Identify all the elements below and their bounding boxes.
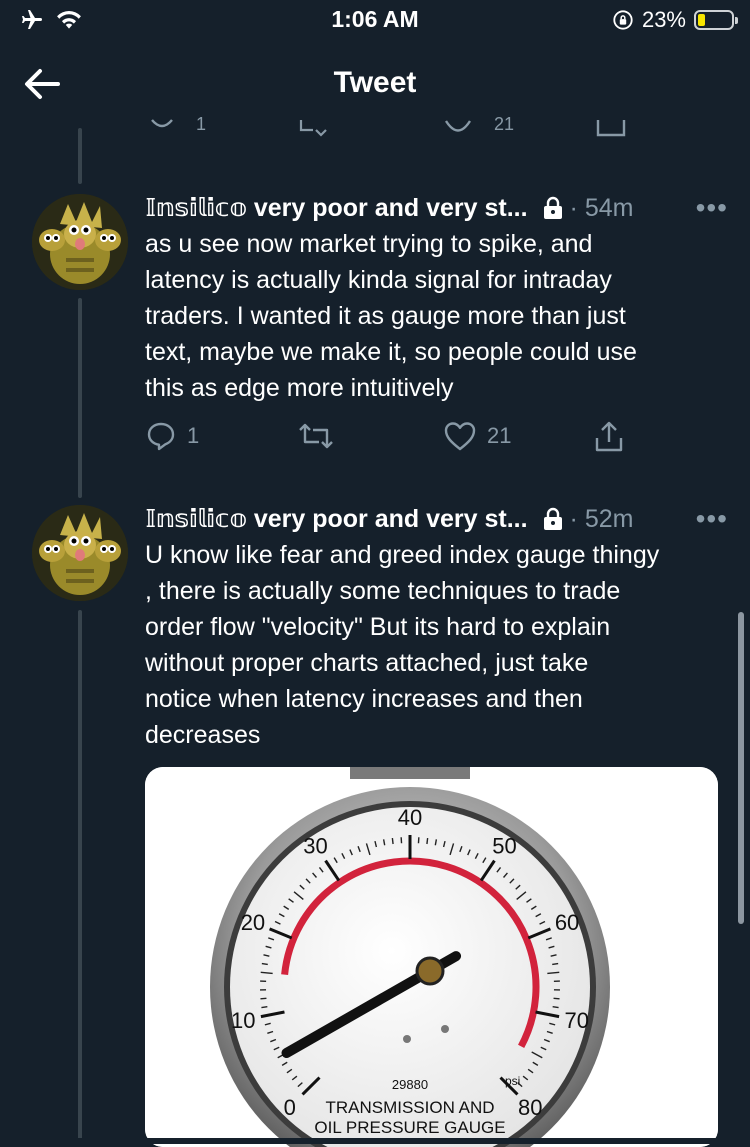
text-line: traders. I wanted it as gauge more than … (145, 298, 730, 334)
text-line: text, maybe we make it, so people could … (145, 334, 730, 370)
gauge-hub (417, 958, 443, 984)
gauge-label-line2: OIL PRESSURE GAUGE (314, 1118, 505, 1137)
gauge-label-line1: TRANSMISSION AND (325, 1098, 494, 1117)
thread-line (78, 610, 82, 1144)
text-line: as u see now market trying to spike, and (145, 226, 730, 262)
retweet-button[interactable] (297, 420, 335, 452)
reply-icon (145, 420, 177, 452)
lock-icon (542, 507, 564, 531)
pressure-gauge-image: 0 10 20 30 40 50 60 70 80 29880 psi TRANSMISSION… (145, 767, 718, 1147)
like-button[interactable]: 21 (443, 420, 511, 452)
gauge-minor-tick (553, 1007, 559, 1008)
like-count: 21 (487, 423, 511, 449)
thread-line (78, 298, 82, 498)
tweet-text: U know like fear and greed index gauge t… (145, 537, 730, 753)
tweet-time[interactable]: · 52m (570, 505, 634, 534)
text-line: without proper charts attached, just tak… (145, 645, 730, 681)
share-icon[interactable] (596, 118, 626, 140)
gauge-minor-tick (392, 838, 393, 844)
text-line: , there is actually some techniques to t… (145, 573, 730, 609)
battery-icon (694, 10, 734, 30)
gauge-tick-label: 70 (564, 1008, 588, 1033)
reply-count: 1 (196, 114, 206, 135)
tweet-time[interactable]: · 54m (570, 194, 634, 223)
orientation-lock-icon (612, 9, 634, 31)
like-count: 21 (494, 114, 514, 135)
tweet-image[interactable]: 0 10 20 30 40 50 60 70 80 29880 psi TRANSMISSION… (145, 767, 718, 1147)
gauge-tick-label: 0 (284, 1095, 296, 1120)
heart-icon (443, 420, 477, 452)
author-name[interactable]: 𝕀𝕟𝕤𝕚𝕝𝕚𝕔𝕠 very poor and very st... (145, 504, 528, 534)
tweet-text: as u see now market trying to spike, and… (145, 226, 730, 406)
gauge-stem (350, 767, 470, 779)
share-button[interactable] (593, 420, 625, 454)
like-icon[interactable] (443, 118, 473, 138)
lock-icon (542, 196, 564, 220)
avatar[interactable] (32, 505, 128, 601)
author-name[interactable]: 𝕀𝕟𝕤𝕚𝕝𝕚𝕔𝕠 very poor and very st... (145, 193, 528, 223)
bottom-edge (0, 1138, 750, 1144)
gauge-tick-label: 80 (518, 1095, 542, 1120)
gauge-minor-tick (427, 838, 428, 844)
gauge-unit: psi (505, 1074, 520, 1088)
text-line: latency is actually kinda signal for int… (145, 262, 730, 298)
text-line: U know like fear and greed index gauge t… (145, 537, 730, 573)
gauge-tick-label: 40 (398, 805, 422, 830)
gauge-tick-label: 50 (492, 834, 516, 859)
status-bar: 1:06 AM 23% (0, 0, 750, 44)
scrollbar[interactable] (738, 612, 744, 924)
gauge-tick-label: 30 (303, 834, 327, 859)
tweet-header: 𝕀𝕟𝕤𝕚𝕝𝕚𝕔𝕠 very poor and very st... · 54m … (145, 192, 728, 224)
battery-level (698, 14, 705, 26)
gauge-minor-tick (262, 964, 268, 965)
page-title: Tweet (0, 66, 750, 100)
avatar[interactable] (32, 194, 128, 290)
text-line: notice when latency increases and then (145, 681, 730, 717)
text-line: this as edge more intuitively (145, 370, 730, 406)
tweet-header: 𝕀𝕟𝕤𝕚𝕝𝕚𝕔𝕠 very poor and very st... · 52m … (145, 503, 728, 535)
reply-icon[interactable] (148, 118, 176, 142)
more-options-icon[interactable]: ••• (696, 192, 728, 224)
battery-percent: 23% (642, 7, 686, 33)
text-line: order flow "velocity" But its hard to ex… (145, 609, 730, 645)
reply-button[interactable]: 1 (145, 420, 199, 452)
thread-line (78, 128, 82, 184)
previous-tweet-actions: 1 21 (0, 112, 750, 142)
share-icon (593, 420, 625, 454)
status-right: 23% (612, 7, 734, 33)
gauge-minor-tick (261, 1007, 267, 1008)
tweet-actions: 1 21 (145, 420, 645, 456)
gauge-serial: 29880 (392, 1077, 428, 1092)
text-line: decreases (145, 717, 730, 753)
retweet-icon[interactable] (298, 118, 330, 138)
gauge-tick-label: 20 (241, 910, 265, 935)
gauge-tick-label: 10 (231, 1008, 255, 1033)
gauge-minor-tick (552, 964, 558, 965)
retweet-icon (297, 420, 335, 452)
more-options-icon[interactable]: ••• (696, 503, 728, 535)
reply-count: 1 (187, 423, 199, 449)
gauge-tick-label: 60 (555, 910, 579, 935)
